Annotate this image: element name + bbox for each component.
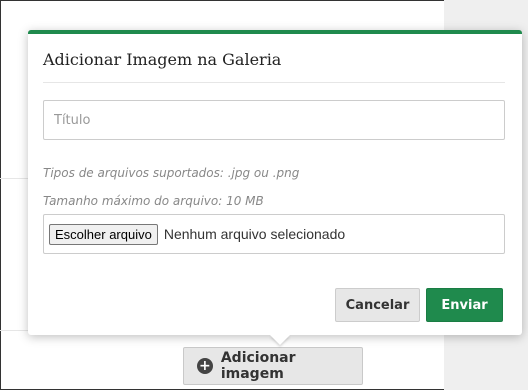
dialog-title: Adicionar Imagem na Galeria	[43, 50, 282, 69]
title-input[interactable]	[43, 100, 505, 140]
add-image-button[interactable]: + Adicionar imagem	[183, 347, 363, 385]
plus-circle-icon: +	[197, 358, 213, 374]
choose-file-button[interactable]: Escolher arquivo	[49, 223, 158, 245]
popover-arrow	[270, 335, 290, 345]
send-button[interactable]: Enviar	[426, 288, 503, 322]
file-input[interactable]: Escolher arquivo Nenhum arquivo selecion…	[43, 214, 505, 254]
add-image-dialog: Adicionar Imagem na Galeria Tipos de arq…	[28, 30, 522, 335]
cancel-button[interactable]: Cancelar	[335, 288, 420, 322]
add-image-label: Adicionar imagem	[220, 350, 296, 382]
no-file-selected-text: Nenhum arquivo selecionado	[163, 226, 346, 242]
max-size-hint: Tamanho máximo do arquivo: 10 MB	[43, 194, 264, 208]
supported-types-hint: Tipos de arquivos suportados: .jpg ou .p…	[43, 166, 300, 180]
divider	[43, 82, 505, 83]
